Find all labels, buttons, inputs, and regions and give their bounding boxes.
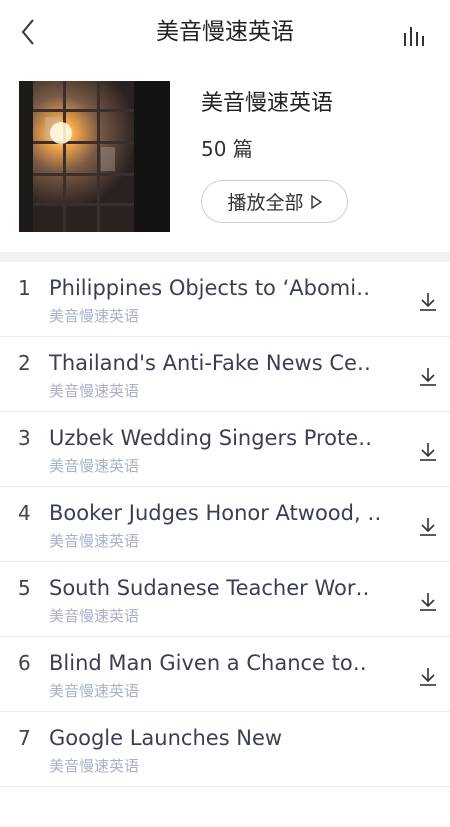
- download-icon[interactable]: [417, 590, 439, 614]
- track-subtitle: 美音慢速英语: [49, 757, 140, 775]
- track-row[interactable]: 4 Booker Judges Honor Atwood, ‥ 美音慢速英语: [0, 487, 450, 562]
- track-title: Google Launches New: [49, 726, 283, 750]
- track-title: Philippines Objects to ‘Abomi‥: [49, 276, 371, 300]
- track-title: Blind Man Given a Chance to‥: [49, 651, 367, 675]
- album-header: 美音慢速英语 50 篇 播放全部: [0, 64, 450, 252]
- track-row[interactable]: 2 Thailand's Anti-Fake News Ce‥ 美音慢速英语: [0, 337, 450, 412]
- track-row[interactable]: 7 Google Launches New 美音慢速英语: [0, 712, 450, 787]
- track-subtitle: 美音慢速英语: [49, 307, 140, 325]
- track-subtitle: 美音慢速英语: [49, 382, 140, 400]
- nav-bar: 美音慢速英语: [0, 0, 450, 64]
- track-index: 4: [18, 501, 31, 525]
- track-subtitle: 美音慢速英语: [49, 532, 140, 550]
- download-icon[interactable]: [417, 665, 439, 689]
- download-icon[interactable]: [417, 365, 439, 389]
- episode-count: 50 篇: [201, 137, 253, 161]
- track-index: 2: [18, 351, 31, 375]
- page-title: 美音慢速英语: [156, 19, 294, 45]
- track-title: Uzbek Wedding Singers Prote‥: [49, 426, 373, 450]
- album-title: 美音慢速英语: [201, 91, 334, 116]
- track-row[interactable]: 5 South Sudanese Teacher Wor‥ 美音慢速英语: [0, 562, 450, 637]
- download-icon[interactable]: [417, 515, 439, 539]
- track-index: 6: [18, 651, 31, 675]
- track-index: 5: [18, 576, 31, 600]
- play-outline-icon: [310, 194, 322, 209]
- track-list: 1 Philippines Objects to ‘Abomi‥ 美音慢速英语 …: [0, 262, 450, 827]
- track-row[interactable]: [0, 787, 450, 827]
- bar-chart-icon: [404, 27, 424, 46]
- track-row[interactable]: 1 Philippines Objects to ‘Abomi‥ 美音慢速英语: [0, 262, 450, 337]
- stats-button[interactable]: [402, 22, 428, 46]
- track-title: South Sudanese Teacher Wor‥: [49, 576, 370, 600]
- track-subtitle: 美音慢速英语: [49, 607, 140, 625]
- track-title: Booker Judges Honor Atwood, ‥: [49, 501, 382, 525]
- track-subtitle: 美音慢速英语: [49, 457, 140, 475]
- download-icon[interactable]: [417, 290, 439, 314]
- track-row[interactable]: 3 Uzbek Wedding Singers Prote‥ 美音慢速英语: [0, 412, 450, 487]
- track-title: Thailand's Anti-Fake News Ce‥: [49, 351, 371, 375]
- album-cover: [19, 81, 170, 232]
- download-icon[interactable]: [417, 440, 439, 464]
- track-subtitle: 美音慢速英语: [49, 682, 140, 700]
- play-all-label: 播放全部: [227, 192, 304, 214]
- play-all-button[interactable]: 播放全部: [201, 180, 348, 223]
- track-index: 3: [18, 426, 31, 450]
- track-index: 7: [18, 726, 31, 750]
- section-divider: [0, 252, 450, 262]
- track-row[interactable]: 6 Blind Man Given a Chance to‥ 美音慢速英语: [0, 637, 450, 712]
- track-index: 1: [18, 276, 31, 300]
